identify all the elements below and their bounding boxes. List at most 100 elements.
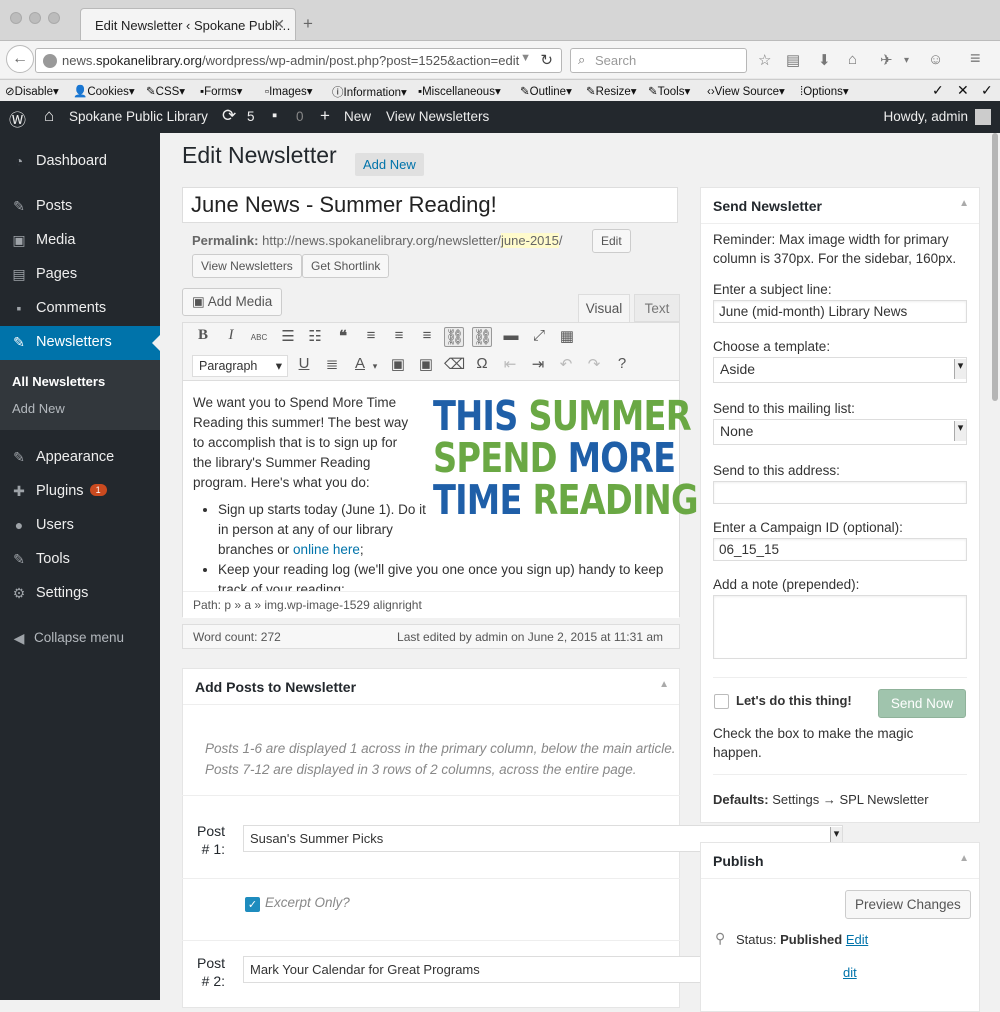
outdent-icon[interactable]: ⇤ (500, 355, 520, 373)
bookmark-star-icon[interactable]: ☆ (758, 51, 771, 69)
numbered-list-icon[interactable]: ☷ (305, 327, 325, 345)
new-link[interactable]: New (344, 109, 371, 124)
sidebar-item-comments[interactable]: ▪ Comments (0, 292, 160, 326)
devbar-information[interactable]: ⓘInformation▾ (332, 84, 407, 100)
devbar-outline[interactable]: ✎Outline▾ (520, 84, 572, 98)
address-input[interactable] (713, 481, 967, 504)
campaign-input[interactable]: 06_15_15 (713, 538, 967, 561)
plus-icon[interactable]: + (320, 106, 330, 126)
devbar-cookies[interactable]: 👤Cookies▾ (73, 84, 135, 98)
devbar-view-source[interactable]: ‹›View Source▾ (707, 84, 785, 98)
summer-reading-image[interactable]: THIS SUMMER SPEND MORE TIME READING! (433, 395, 713, 521)
sidebar-item-plugins[interactable]: ✚ Plugins 1 (0, 475, 160, 509)
check-icon[interactable]: ✓ (932, 82, 944, 99)
updates-count[interactable]: 5 (247, 109, 255, 124)
align-left-icon[interactable]: ≡ (361, 327, 381, 344)
visibility-edit-link[interactable]: dit (843, 965, 857, 980)
wordpress-logo-icon[interactable]: Ⓦ (9, 106, 26, 131)
get-shortlink-button[interactable]: Get Shortlink (302, 254, 390, 278)
sidebar-item-settings[interactable]: ⚙ Settings (0, 577, 160, 611)
send-now-button[interactable]: Send Now (878, 689, 966, 718)
align-right-icon[interactable]: ≡ (417, 327, 437, 344)
strikethrough-icon[interactable]: ABC (249, 333, 269, 342)
text-color-dropdown-icon[interactable]: ▾ (365, 361, 385, 372)
remove-link-icon[interactable]: ⛓ (472, 327, 492, 347)
status-edit-link[interactable]: Edit (846, 932, 868, 947)
collapse-menu-button[interactable]: ◀ Collapse menu (0, 622, 160, 656)
updates-icon[interactable]: ⟳ (222, 106, 236, 126)
toggle-arrow-icon[interactable]: ▲ (659, 679, 669, 690)
url-dropdown-icon[interactable]: ▼ (520, 52, 531, 64)
permalink-edit-button[interactable]: Edit (592, 229, 631, 253)
indent-icon[interactable]: ⇥ (528, 355, 548, 373)
browser-tab[interactable]: Edit Newsletter ‹ Spokane Publi… ✕ (80, 8, 296, 40)
download-icon[interactable]: ⬇ (818, 51, 831, 69)
view-newsletters-button[interactable]: View Newsletters (192, 254, 302, 278)
toggle-arrow-icon[interactable]: ▲ (959, 853, 969, 864)
devbar-images[interactable]: ▫Images▾ (265, 84, 313, 98)
preview-changes-button[interactable]: Preview Changes (845, 890, 971, 919)
undo-icon[interactable]: ↶ (556, 355, 576, 373)
submenu-add-new[interactable]: Add New (12, 401, 65, 416)
minimize-window-button[interactable] (29, 12, 41, 24)
devbar-tools[interactable]: ✎Tools▾ (648, 84, 690, 98)
close-window-button[interactable] (10, 12, 22, 24)
subject-input[interactable]: June (mid-month) Library News (713, 300, 967, 323)
tab-visual[interactable]: Visual (578, 294, 630, 323)
extension-dropdown-icon[interactable]: ▾ (904, 55, 909, 66)
sidebar-item-dashboard[interactable]: ◔ Dashboard (0, 145, 160, 179)
excerpt-checkbox[interactable]: ✓ (245, 897, 260, 912)
special-character-icon[interactable]: Ω (472, 355, 492, 372)
devbar-resize[interactable]: ✎Resize▾ (586, 84, 637, 98)
toolbar-toggle-icon[interactable]: ▦ (557, 327, 577, 345)
sidebar-item-tools[interactable]: ✎ Tools (0, 543, 160, 577)
help-icon[interactable]: ? (612, 355, 632, 372)
tab-text[interactable]: Text (634, 294, 680, 322)
sidebar-item-appearance[interactable]: ✎ Appearance (0, 441, 160, 475)
tab-close-icon[interactable]: ✕ (273, 16, 285, 33)
zoom-window-button[interactable] (48, 12, 60, 24)
publish-header[interactable]: Publish ▲ (701, 843, 979, 879)
add-posts-header[interactable]: Add Posts to Newsletter ▲ (183, 669, 679, 705)
redo-icon[interactable]: ↷ (584, 355, 604, 373)
sidebar-item-newsletters[interactable]: ✎ Newsletters (0, 326, 160, 360)
sidebar-item-media[interactable]: ▣ Media (0, 224, 160, 258)
devbar-miscellaneous[interactable]: ▪Miscellaneous▾ (418, 84, 501, 98)
format-select[interactable]: Paragraph (192, 355, 288, 377)
paste-word-icon[interactable]: ▣ (416, 355, 436, 373)
home-icon[interactable]: ⌂ (44, 106, 54, 126)
confirm-checkbox[interactable] (714, 694, 729, 709)
extension-icon[interactable]: ✈ (880, 51, 893, 69)
align-center-icon[interactable]: ≡ (389, 327, 409, 344)
devbar-forms[interactable]: ▪Forms▾ (200, 84, 242, 98)
site-name-link[interactable]: Spokane Public Library (69, 109, 208, 124)
howdy-link[interactable]: Howdy, admin (883, 109, 968, 124)
sidebar-item-pages[interactable]: ▤ Pages (0, 258, 160, 292)
comments-count[interactable]: 0 (296, 109, 304, 124)
chat-icon[interactable]: ☺ (928, 51, 943, 68)
sidebar-item-users[interactable]: ● Users (0, 509, 160, 543)
clear-formatting-icon[interactable]: ⌫ (444, 355, 465, 373)
mailing-list-select[interactable]: None (713, 419, 967, 445)
defaults-link[interactable]: Settings → SPL Newsletter (772, 792, 928, 807)
bullet-list-icon[interactable]: ☰ (278, 327, 298, 345)
underline-icon[interactable]: U (294, 355, 314, 372)
fullscreen-icon[interactable]: ⤢ (529, 327, 549, 344)
submenu-all-newsletters[interactable]: All Newsletters (12, 374, 105, 389)
bold-icon[interactable]: B (193, 327, 213, 344)
blockquote-icon[interactable]: ❝ (333, 327, 353, 345)
post-title-input[interactable]: June News - Summer Reading! (182, 187, 678, 223)
comment-icon[interactable]: ▪ (272, 107, 277, 124)
devbar-css[interactable]: ✎CSS▾ (146, 84, 185, 98)
add-media-button[interactable]: ▣ Add Media (182, 288, 283, 316)
template-select[interactable]: Aside (713, 357, 967, 383)
paste-text-icon[interactable]: ▣ (388, 355, 408, 373)
sidebar-item-posts[interactable]: ✎ Posts (0, 190, 160, 224)
devbar-disable[interactable]: ⊘Disable▾ (5, 84, 59, 98)
search-field[interactable]: ⌕ Search (570, 48, 747, 73)
menu-icon[interactable]: ≡ (970, 48, 981, 69)
add-new-button[interactable]: Add New (355, 153, 424, 176)
send-newsletter-header[interactable]: Send Newsletter ▲ (701, 188, 979, 224)
online-here-link[interactable]: online here (293, 542, 360, 557)
italic-icon[interactable]: I (221, 327, 241, 344)
